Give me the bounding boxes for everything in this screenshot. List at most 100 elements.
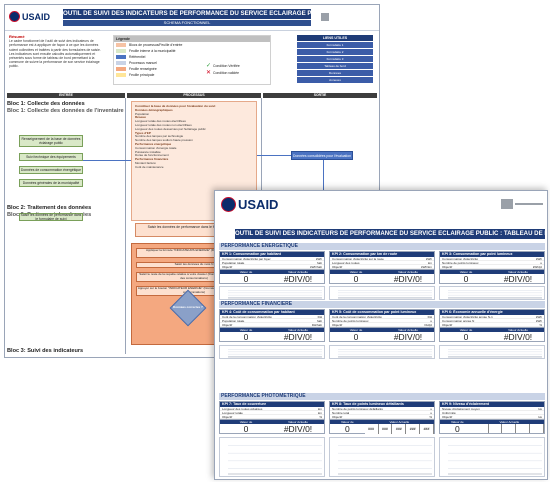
intro-text: Le cadre fonctionnel de l'outil de suivi… (9, 39, 101, 69)
kpi-values: Valeur de 0 Valeur Actuelle #DIV/0! (220, 269, 324, 284)
legend-item-label: Processus manuel (129, 61, 157, 65)
useful-link[interactable]: Tableau de bord (297, 63, 373, 69)
section-label-collecte: Bloc 1: Collecte des données (7, 101, 85, 107)
useful-link[interactable]: Formulaire 1 (297, 42, 373, 48)
page-subtitle: SCHEMA FONCTIONNEL (63, 20, 311, 26)
kpi-chart-area (439, 437, 545, 477)
kpi-input-label: Consommation année N (442, 319, 475, 323)
kpi-chart-area (219, 345, 325, 359)
kpi-input-unit: kWh (426, 257, 432, 261)
flow-box-inventaire: Renseignement de la base de données écla… (19, 135, 83, 147)
kpi-input-label: Longueur des routes (332, 261, 360, 265)
brand-text: USAID (22, 11, 51, 22)
usaid-seal-icon (9, 11, 20, 22)
kpi-chart (338, 445, 432, 475)
kpi-input-label: Longueur des routes éclairées (222, 407, 263, 411)
kpi-value: #DIV/0! (503, 332, 533, 342)
kpi-input-unit: km (428, 261, 432, 265)
usaid-seal-icon (221, 197, 236, 212)
kpi-value: 0 (353, 274, 359, 284)
kpi-chart-area (219, 437, 325, 477)
kpi-input-label: Objectif (222, 265, 233, 269)
brand-text: USAID (238, 197, 279, 212)
kpi-input-unit: hab (316, 261, 322, 265)
kpi-values: Valeur de 0 Valeur Actuelle #DIV/0! (220, 327, 324, 342)
useful-link[interactable]: Données (297, 70, 373, 76)
flow-box-municipalite: Données générales de la municipalité (19, 179, 83, 187)
kpi-input-unit: lux (538, 407, 542, 411)
legend-item-label: Référentiel (129, 55, 146, 59)
section-sublabel: Bloc 1: Collecte des données de l'invent… (7, 108, 124, 114)
section-label-traitement: Bloc 2: Traitement des données (7, 205, 92, 211)
kpi-input-unit: kWh (536, 257, 542, 261)
lane-divider (125, 98, 126, 354)
legend-item: Feuille principale (114, 72, 270, 78)
kpi-value: 0 (463, 274, 469, 284)
kpi-input-label: Nombre de points lumineux (332, 319, 369, 323)
kpi-grid-cell (502, 424, 517, 433)
flow-box-suivi: Suivi technique des équipements (19, 153, 83, 161)
kpi-input-unit: DH (317, 315, 322, 319)
kpi-input-unit: DH (427, 315, 432, 319)
kpi-input-unit: u (540, 261, 542, 265)
kpi-input-unit: % (319, 415, 322, 419)
kpi-input-unit: kWh/km (421, 265, 432, 269)
kpi-input-unit: kWh/hab (310, 265, 322, 269)
kpi-value: #DIV/0! (283, 424, 313, 434)
kpi-input-label: Objectif (332, 265, 343, 269)
check-icon: ✓ (206, 63, 212, 69)
intro-block: Résumé Le cadre fonctionnel de l'outil d… (9, 34, 105, 89)
legend-swatch (116, 43, 126, 47)
kpi-chart (228, 445, 322, 475)
kpi-card: KPI 9: Niveau d'éclairement Niveau d'écla… (439, 401, 545, 434)
kpi-value: 0 (353, 332, 359, 342)
kpi-card: KPI 1: Consommation par habitant Consomma… (219, 251, 325, 284)
legend-check-label: Condition Vérifiée (213, 63, 240, 68)
kpi-input-label: Objectif (332, 323, 343, 327)
kpi-grid-cell: ### (420, 424, 434, 434)
col-head-processus: PROCESSUS (127, 93, 261, 98)
legend-swatch (116, 67, 126, 71)
kpi-input-unit: u (430, 319, 432, 323)
legend-swatch (116, 61, 126, 65)
usaid-logo: USAID (9, 11, 50, 22)
useful-link[interactable]: Annexes (297, 77, 373, 83)
useful-link[interactable]: Formulaire 2 (297, 49, 373, 55)
section-band: PERFORMANCE ENERGETIQUE (219, 243, 545, 250)
kpi-input-label: Objectif (222, 323, 233, 327)
kpi-chart-area (329, 437, 435, 477)
usaid-logo: USAID (221, 197, 278, 212)
kpi-chart (448, 445, 542, 475)
kpi-input-label: Nombre total (332, 411, 350, 415)
kpi-grid-cell (530, 424, 544, 433)
kpi-values: Valeur de 0 Valeur Actuelle #DIV/0! (330, 327, 434, 342)
legend-item-label: Feuille interne à la municipalité (129, 49, 176, 53)
legend-checks: ✓ Condition Vérifiée ✕ Condition validée (206, 62, 240, 76)
kpi-input-unit: DH/hab (311, 323, 322, 327)
kpi-grid-cell: ### (364, 424, 379, 434)
kpi-input-unit: kWh (536, 315, 542, 319)
kpi-input-unit: lux (538, 415, 542, 419)
kpi-values: Valeur de 0 Valeur Actuelle #DIV/0! (330, 269, 434, 284)
kpi-input-label: Objectif (332, 415, 343, 419)
kpi-input-unit: % (429, 415, 432, 419)
kpi-chart (228, 349, 322, 358)
kpi-input-label: Coût de la consommation d'électricité (332, 315, 382, 319)
output-box: Données consolidées pour l'évaluation (291, 151, 353, 160)
kpi-values: Valeur de 0 Valeur Actuelle #DIV/0! (220, 419, 324, 434)
kpi-chart (448, 349, 542, 358)
kpi-input-label: Population totale (222, 261, 245, 265)
useful-links: LIENS UTILES Formulaire 1 Formulaire 2 For… (297, 35, 373, 83)
kpi-grid-cell (516, 424, 531, 433)
sheet-header: USAID OUTIL DE SUIVI DES INDICATEURS DE … (5, 5, 379, 31)
kpi-grid-cell: ### (392, 424, 407, 434)
cross-icon: ✕ (206, 70, 212, 76)
legend-box: Légende Blocs de processus/Feuille d'ent… (113, 35, 271, 85)
partner-emblem-icon (321, 13, 329, 21)
useful-link[interactable]: Formulaire 3 (297, 56, 373, 62)
kpi-card: KPI 2: Consommation par km de route Conso… (329, 251, 435, 284)
partner-wordmark (515, 203, 543, 205)
kpi-value: 0 (454, 424, 460, 434)
legend-swatch (116, 49, 126, 53)
kpi-input-unit: u (430, 407, 432, 411)
